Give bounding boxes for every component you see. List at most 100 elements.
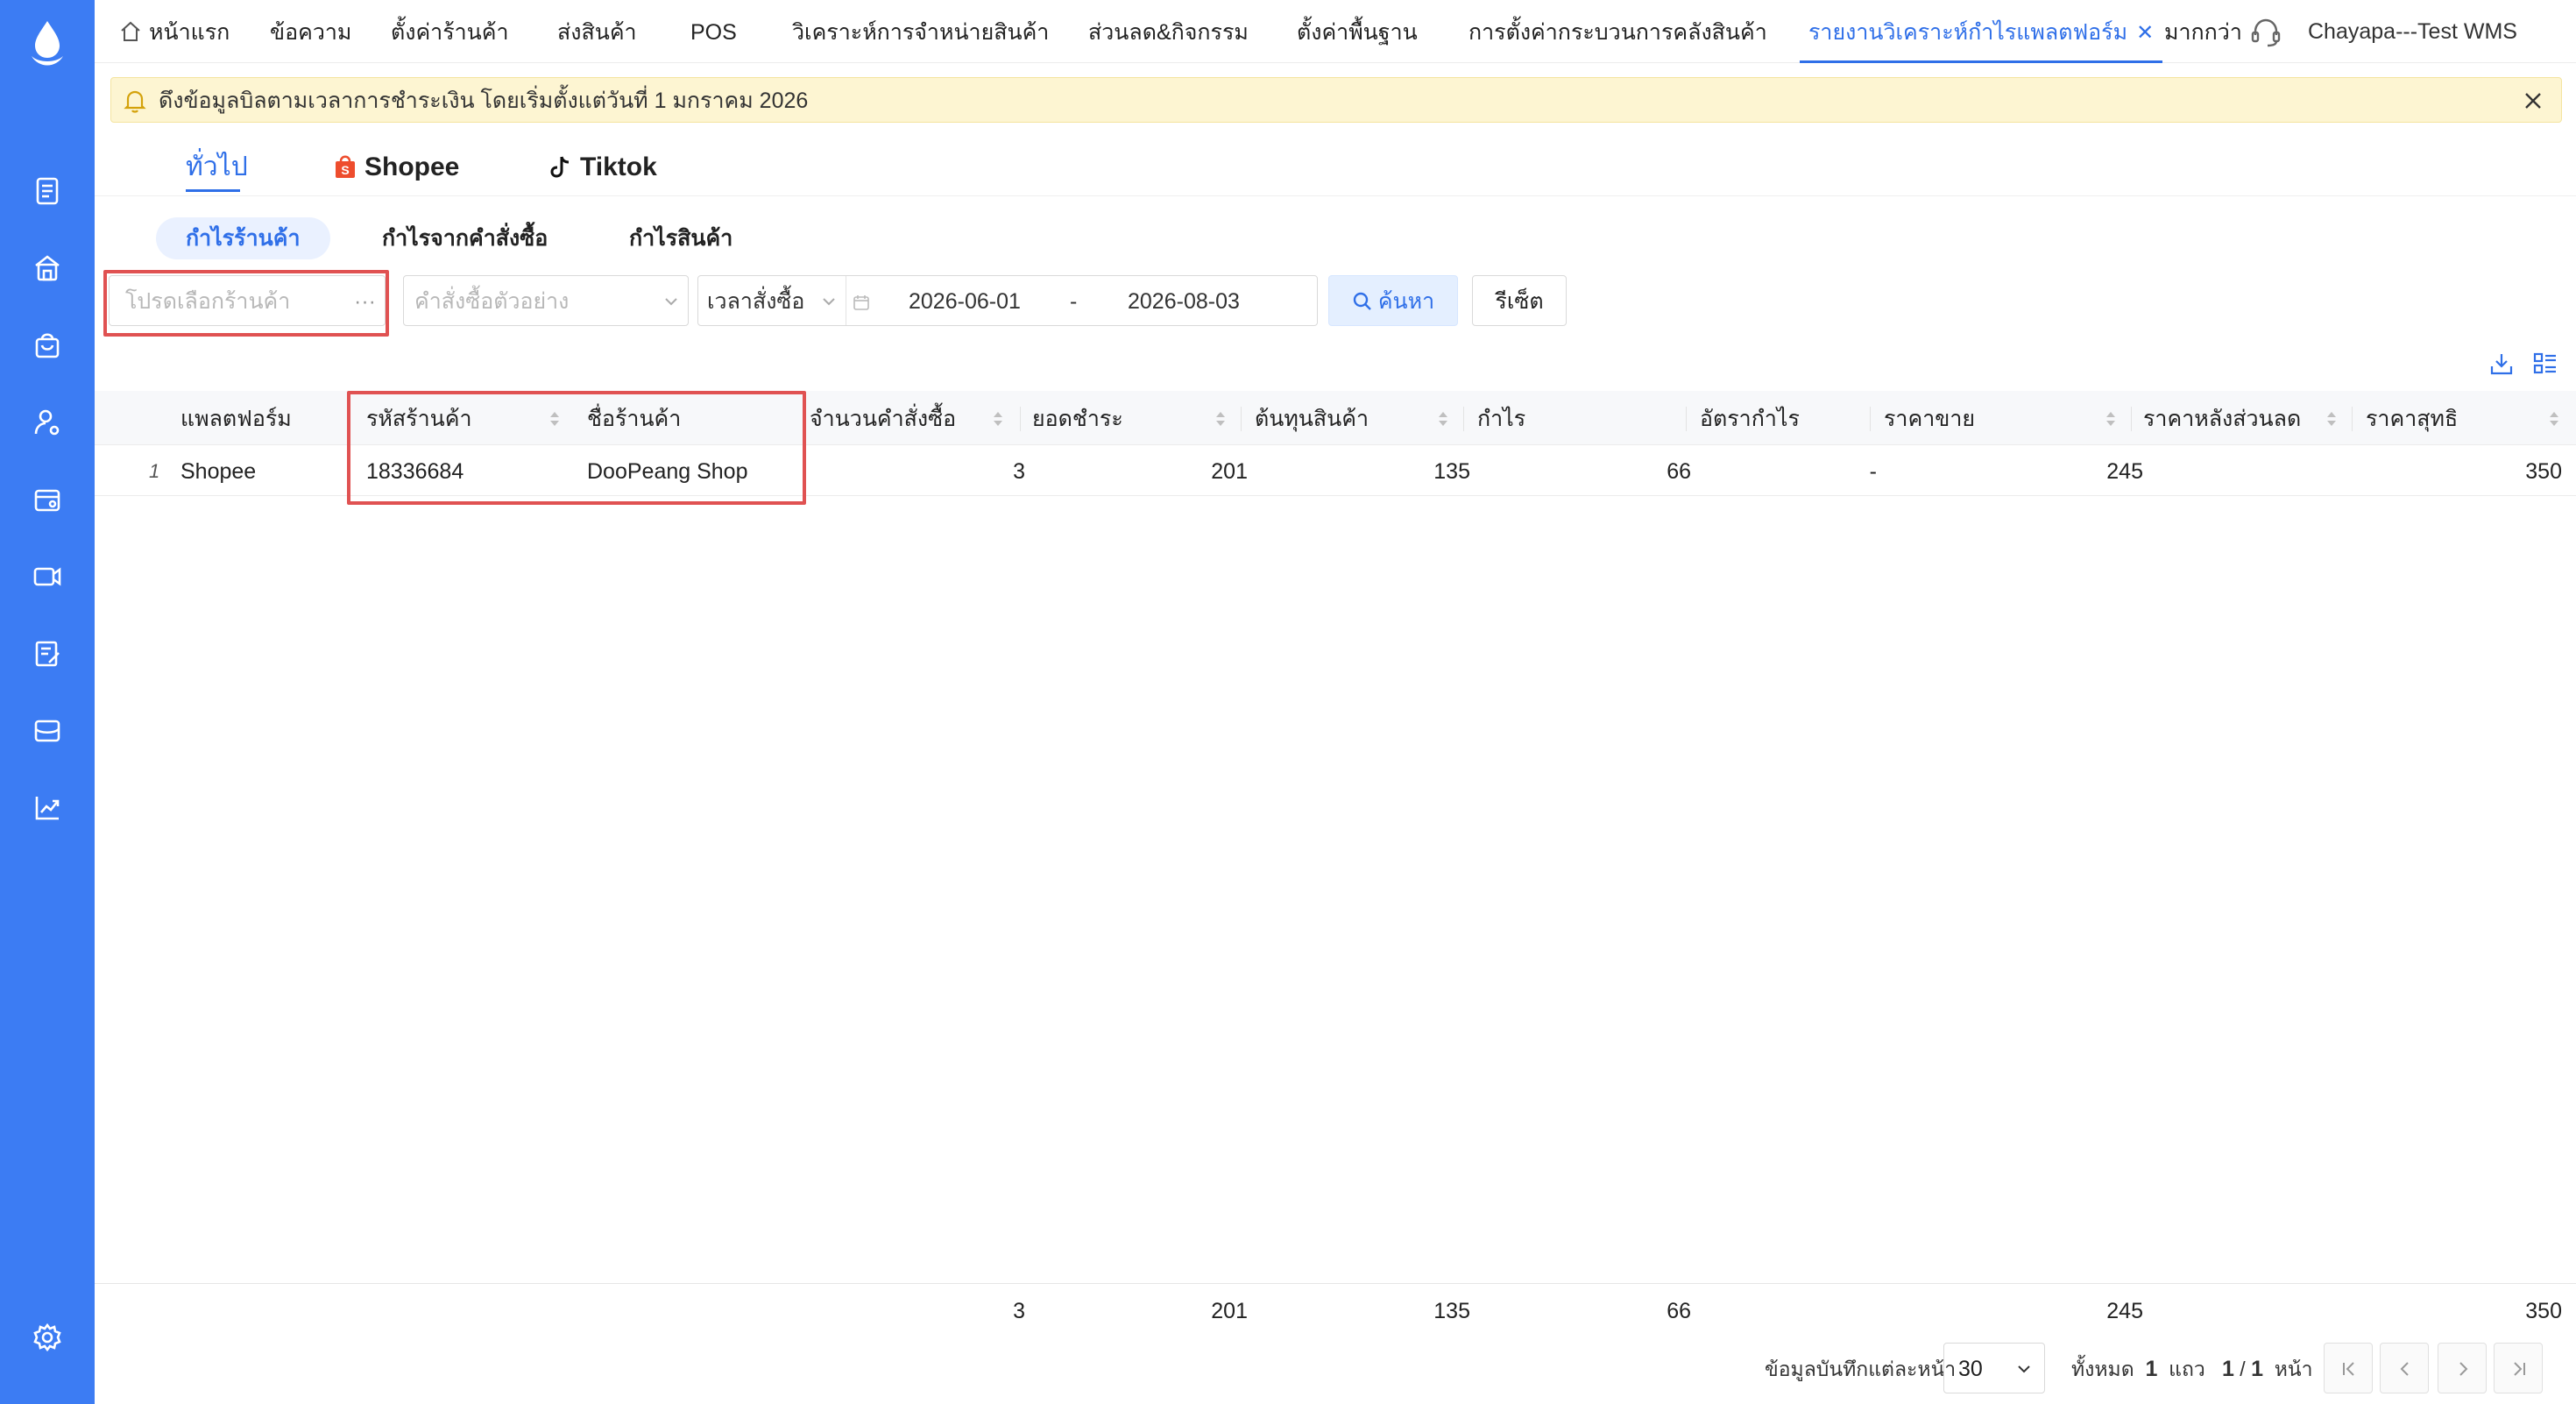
notice-text: ดึงข้อมูลบิลตามเวลาการชำระเงิน โดยเริ่มต… [159, 89, 809, 113]
tab-messages[interactable]: ข้อความ [270, 0, 351, 63]
tab-home[interactable]: หน้าแรก [119, 0, 230, 63]
total-sale-price: 245 [2106, 1299, 2143, 1323]
cell-product-cost: 135 [1433, 459, 1470, 484]
tab-shipping[interactable]: ส่งสินค้า [557, 0, 637, 63]
chart-trend-icon[interactable] [32, 792, 63, 824]
search-button[interactable]: ค้นหา [1328, 275, 1458, 326]
column-header-sale-price[interactable]: ราคาขาย [1884, 391, 1975, 445]
order-example-placeholder: คำสั่งซื้อตัวอย่าง [414, 289, 570, 314]
total-order-count: 3 [1013, 1299, 1025, 1323]
per-page-select[interactable]: 30 [1943, 1343, 2045, 1393]
column-header-product-cost[interactable]: ต้นทุนสินค้า [1255, 391, 1369, 445]
top-navigation: หน้าแรก ข้อความ ตั้งค่าร้านค้า ส่งสินค้า… [95, 0, 2576, 63]
chevron-down-icon [665, 298, 677, 306]
search-button-label: ค้นหา [1377, 289, 1435, 314]
highlight-box [103, 270, 389, 337]
sort-icon[interactable] [2105, 410, 2117, 428]
search-icon [1353, 292, 1371, 310]
gear-icon[interactable] [32, 1322, 63, 1353]
sort-icon[interactable] [1214, 410, 1227, 428]
store-icon[interactable] [32, 252, 63, 284]
user-settings-icon[interactable] [32, 407, 63, 438]
column-settings-icon[interactable] [2532, 351, 2558, 377]
tab-basic-settings[interactable]: ตั้งค่าพื้นฐาน [1297, 0, 1418, 63]
tab-label: Tiktok [580, 152, 657, 181]
sidebar [0, 0, 95, 1404]
sort-icon[interactable] [992, 410, 1004, 428]
tab-discounts[interactable]: ส่วนลด&กิจกรรม [1088, 0, 1249, 63]
tab-shop-settings[interactable]: ตั้งค่าร้านค้า [391, 0, 509, 63]
edit-list-icon[interactable] [32, 638, 63, 670]
column-header-discounted-price[interactable]: ราคาหลังส่วนลด [2143, 391, 2301, 445]
column-divider [1463, 407, 1464, 431]
page-info: 1 / 1 หน้า [2222, 1343, 2313, 1395]
total-pages: 1 [2251, 1357, 2263, 1381]
sort-icon[interactable] [2325, 410, 2338, 428]
tab-label: หน้าแรก [149, 20, 230, 45]
cell-order-count: 3 [1013, 459, 1025, 484]
date-end[interactable]: 2026-08-03 [1128, 276, 1240, 327]
prev-page-button[interactable] [2380, 1343, 2429, 1393]
column-header-paid-amount[interactable]: ยอดชำระ [1032, 391, 1123, 445]
close-icon[interactable]: ✕ [2136, 21, 2154, 45]
tab-pos[interactable]: POS [690, 0, 737, 63]
total-net-price: 350 [2525, 1299, 2562, 1323]
page-unit: หน้า [2274, 1358, 2313, 1380]
home-icon [121, 21, 140, 41]
document-icon[interactable] [32, 175, 63, 207]
sort-icon[interactable] [1437, 410, 1449, 428]
column-divider [2131, 407, 2132, 431]
rows-unit: แถว [2169, 1358, 2205, 1380]
shopping-bag-icon[interactable] [32, 330, 63, 361]
cell-platform: Shopee [180, 459, 257, 484]
subtab-shop-profit[interactable]: กำไรร้านค้า [156, 217, 330, 259]
warehouse-icon[interactable] [32, 715, 63, 747]
total-rows: 1 [2145, 1357, 2158, 1381]
column-header-net-price[interactable]: ราคาสุทธิ [2366, 391, 2458, 445]
last-page-icon [2514, 1362, 2525, 1376]
current-page: 1 [2222, 1357, 2234, 1381]
tab-general[interactable]: ทั่วไป [186, 145, 248, 189]
total-profit: 66 [1667, 1299, 1691, 1323]
shopee-icon: S [336, 155, 355, 178]
calendar-icon [853, 295, 869, 310]
tab-tiktok[interactable]: Tiktok [548, 145, 657, 189]
reset-button[interactable]: รีเซ็ต [1472, 275, 1567, 326]
date-separator: - [1070, 289, 1078, 314]
column-divider [1241, 407, 1242, 431]
tiktok-icon [550, 156, 570, 178]
totals-divider [95, 1283, 2576, 1284]
video-icon[interactable] [32, 561, 63, 592]
column-divider [1686, 407, 1687, 431]
total-paid-amount: 201 [1211, 1299, 1248, 1323]
subtab-product-profit[interactable]: กำไรสินค้า [629, 217, 732, 259]
tab-platform-profit-report[interactable]: รายงานวิเคราะห์กำไรแพลตฟอร์ม ✕ [1800, 0, 2163, 63]
app-logo-icon[interactable] [26, 19, 68, 72]
date-start[interactable]: 2026-06-01 [909, 276, 1021, 327]
first-page-button[interactable] [2324, 1343, 2373, 1393]
download-icon[interactable] [2488, 351, 2515, 377]
chevron-right-icon [2459, 1362, 2468, 1376]
close-icon[interactable] [2521, 89, 2545, 113]
sort-icon[interactable] [2548, 410, 2560, 428]
tab-shopee[interactable]: S Shopee [333, 145, 459, 189]
time-type-select[interactable]: เวลาสั่งซื้อ [707, 276, 804, 327]
last-page-button[interactable] [2494, 1343, 2543, 1393]
order-example-select[interactable]: คำสั่งซื้อตัวอย่าง [403, 275, 689, 326]
tab-sales-analysis[interactable]: วิเคราะห์การจำหน่ายสินค้า [792, 0, 1049, 63]
cell-sale-price: 245 [2106, 459, 2143, 484]
tab-warehouse-settings[interactable]: การตั้งค่ากระบวนการคลังสินค้า [1468, 0, 1767, 63]
headset-icon[interactable] [2250, 18, 2282, 47]
subtab-order-profit[interactable]: กำไรจากคำสั่งซื้อ [382, 217, 548, 259]
tab-more[interactable]: มากกว่า [2164, 0, 2242, 63]
column-header-profit: กำไร [1477, 407, 1526, 431]
next-page-button[interactable] [2438, 1343, 2487, 1393]
date-range-picker[interactable]: เวลาสั่งซื้อ 2026-06-01 - 2026-08-03 [697, 275, 1318, 326]
cell-paid-amount: 201 [1211, 459, 1248, 484]
user-account-name[interactable]: Chayapa---Test WMS [2308, 0, 2517, 63]
cell-net-price: 350 [2525, 459, 2562, 484]
column-divider [1870, 407, 1871, 431]
notice-banner: ดึงข้อมูลบิลตามเวลาการชำระเงิน โดยเริ่มต… [110, 77, 2562, 123]
column-header-order-count[interactable]: จำนวนคำสั่งซื้อ [810, 391, 956, 445]
wallet-icon[interactable] [32, 484, 63, 515]
